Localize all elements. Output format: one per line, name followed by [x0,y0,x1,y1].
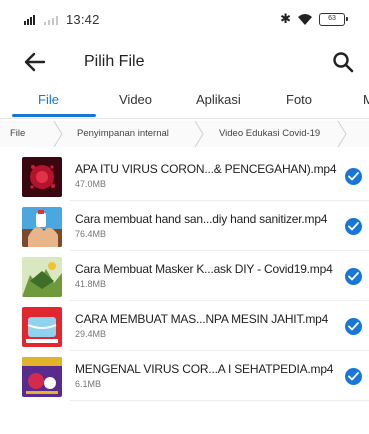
breadcrumb-video-folder[interactable]: Video Edukasi Covid-19 [219,128,320,139]
file-row[interactable]: Cara membuat hand san...diy hand sanitiz… [0,201,369,251]
wifi-icon [298,14,312,25]
file-size: 6.1MB [75,379,102,389]
checkmark-icon[interactable] [345,218,362,235]
file-name: MENGENAL VIRUS COR...A I SEHATPEDIA.mp4 [75,362,334,376]
tab-file[interactable]: File [38,92,59,107]
file-name: CARA MEMBUAT MAS...NPA MESIN JAHIT.mp4 [75,312,329,326]
battery-level: 63 [328,14,336,22]
file-size: 76.4MB [75,229,107,239]
chevron-right-icon [53,121,63,147]
file-name: APA ITU VIRUS CORON...& PENCEGAHAN).mp4 [75,162,337,176]
file-name: Cara Membuat Masker K...ask DIY - Covid1… [75,262,333,276]
bluetooth-icon: ✱ [280,11,291,26]
battery-icon: 63 [319,12,348,26]
checkmark-icon[interactable] [345,168,362,185]
file-size: 41.8MB [75,279,107,289]
tab-aplikasi[interactable]: Aplikasi [196,92,241,107]
breadcrumb: File Penyimpanan internal Video Edukasi … [0,121,369,147]
tab-indicator [12,114,96,117]
file-row[interactable]: CARA MEMBUAT MAS...NPA MESIN JAHIT.mp4 2… [0,301,369,351]
video-thumbnail [22,257,62,297]
checkmark-icon[interactable] [345,318,362,335]
signal-icon [24,15,38,25]
back-button[interactable] [22,50,48,74]
signal-secondary-icon [44,15,60,25]
checkmark-icon[interactable] [345,268,362,285]
app-bar: Pilih File [0,42,369,82]
divider [0,118,369,119]
search-icon [333,52,354,73]
breadcrumb-internal-storage[interactable]: Penyimpanan internal [77,128,169,139]
file-row[interactable]: Cara Membuat Masker K...ask DIY - Covid1… [0,251,369,301]
tab-video[interactable]: Video [119,92,152,107]
status-bar: 13:42 ✱ 63 [0,0,369,36]
chevron-right-icon [194,121,204,147]
tab-foto[interactable]: Foto [286,92,312,107]
arrow-left-icon [24,52,46,72]
file-row[interactable]: APA ITU VIRUS CORON...& PENCEGAHAN).mp4 … [0,151,369,201]
file-size: 47.0MB [75,179,107,189]
file-name: Cara membuat hand san...diy hand sanitiz… [75,212,328,226]
video-thumbnail [22,157,62,197]
breadcrumb-file[interactable]: File [10,128,25,139]
file-row[interactable]: MENGENAL VIRUS COR...A I SEHATPEDIA.mp4 … [0,351,369,401]
search-button[interactable] [329,48,357,76]
page-title: Pilih File [84,53,145,70]
checkmark-icon[interactable] [345,368,362,385]
tab-more[interactable]: M [363,92,369,107]
video-thumbnail [22,207,62,247]
video-thumbnail [22,307,62,347]
status-time: 13:42 [66,12,100,27]
divider [70,400,369,401]
file-size: 29.4MB [75,329,107,339]
chevron-right-icon [337,121,347,147]
tab-bar: File Video Aplikasi Foto M [0,90,369,118]
video-thumbnail [22,357,62,397]
